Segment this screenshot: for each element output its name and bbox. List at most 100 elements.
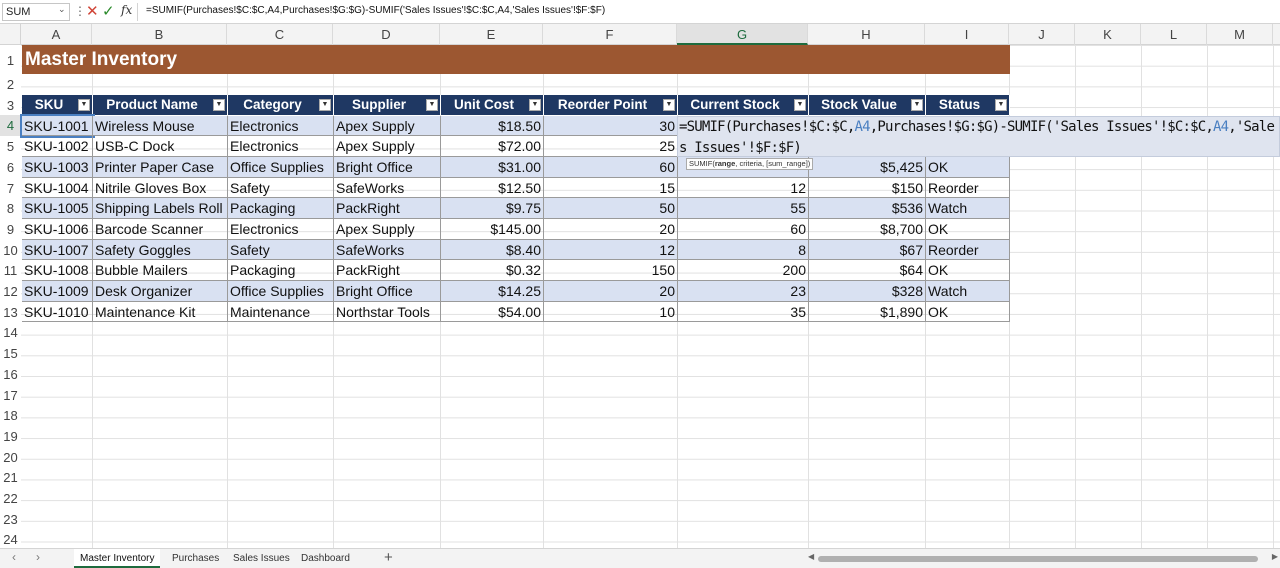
cell-name[interactable]: Shipping Labels Roll bbox=[93, 198, 228, 219]
cell-sku[interactable]: SKU-1001 bbox=[20, 113, 95, 139]
cell-supplier[interactable]: Bright Office bbox=[334, 281, 441, 302]
cell-value[interactable]: $5,425 bbox=[809, 156, 926, 178]
cell-status[interactable]: Watch bbox=[926, 198, 1010, 219]
row-header-22[interactable]: 22 bbox=[0, 488, 21, 509]
row-header-8[interactable]: 8 bbox=[0, 198, 21, 219]
cell-cost[interactable]: $31.00 bbox=[441, 156, 544, 178]
column-header-j[interactable]: J bbox=[1009, 24, 1075, 45]
cell-value[interactable]: $150 bbox=[809, 177, 926, 199]
cell-supplier[interactable]: Apex Supply bbox=[334, 219, 441, 240]
row-header-18[interactable]: 18 bbox=[0, 405, 21, 426]
cell-cost[interactable]: $8.40 bbox=[441, 239, 544, 261]
cell-category[interactable]: Office Supplies bbox=[228, 281, 334, 302]
cell-cost[interactable]: $0.32 bbox=[441, 260, 544, 282]
insert-function-icon[interactable]: fx bbox=[121, 3, 132, 17]
cell-category[interactable]: Packaging bbox=[228, 198, 334, 219]
cell-reorder[interactable]: 20 bbox=[544, 281, 678, 302]
cell-status[interactable]: Watch bbox=[926, 281, 1010, 302]
tab-purchases[interactable]: Purchases bbox=[166, 549, 225, 568]
cell-stock[interactable]: 8 bbox=[678, 239, 809, 261]
cell-value[interactable]: $64 bbox=[809, 260, 926, 282]
row-header-11[interactable]: 11 bbox=[0, 260, 21, 281]
cell-sku[interactable]: SKU-1005 bbox=[22, 198, 93, 219]
cell-cost[interactable]: $54.00 bbox=[441, 301, 544, 323]
cell-category[interactable]: Electronics bbox=[228, 219, 334, 240]
row-header-21[interactable]: 21 bbox=[0, 467, 21, 488]
row-header-24[interactable]: 24 bbox=[0, 529, 21, 551]
column-header-g[interactable]: G bbox=[677, 24, 808, 45]
cell-stock[interactable]: 35 bbox=[678, 301, 809, 323]
tab-master-inventory[interactable]: Master Inventory bbox=[74, 549, 161, 568]
filter-dropdown-icon[interactable]: ▼ bbox=[995, 99, 1007, 111]
cell-name[interactable]: Bubble Mailers bbox=[93, 260, 228, 282]
row-header-7[interactable]: 7 bbox=[0, 177, 21, 199]
row-header-16[interactable]: 16 bbox=[0, 363, 21, 385]
column-header-a[interactable]: A bbox=[21, 24, 92, 45]
row-header-3[interactable]: 3 bbox=[0, 94, 21, 116]
cell-name[interactable]: Safety Goggles bbox=[93, 239, 228, 261]
formula-bar-more-icon[interactable]: ⋮ bbox=[74, 4, 86, 18]
column-header-h[interactable]: H bbox=[808, 24, 925, 45]
cell-stock[interactable]: 23 bbox=[678, 281, 809, 302]
cell-stock[interactable]: 12 bbox=[678, 177, 809, 199]
tab-sales-issues[interactable]: Sales Issues bbox=[227, 549, 296, 568]
cancel-entry-icon[interactable]: ✕ bbox=[86, 2, 99, 20]
filter-dropdown-icon[interactable]: ▼ bbox=[78, 99, 90, 111]
row-header-19[interactable]: 19 bbox=[0, 425, 21, 447]
row-header-23[interactable]: 23 bbox=[0, 508, 21, 530]
filter-dropdown-icon[interactable]: ▼ bbox=[529, 99, 541, 111]
cell-name[interactable]: Printer Paper Case bbox=[93, 156, 228, 178]
cell-reorder[interactable]: 12 bbox=[544, 239, 678, 261]
row-header-1[interactable]: 1 bbox=[0, 50, 21, 71]
row-header-2[interactable]: 2 bbox=[0, 74, 21, 95]
row-header-10[interactable]: 10 bbox=[0, 239, 21, 261]
name-box-dropdown-icon[interactable]: ⌄ bbox=[58, 4, 66, 15]
cell-stock[interactable]: 60 bbox=[678, 219, 809, 240]
column-header-c[interactable]: C bbox=[227, 24, 333, 45]
row-header-20[interactable]: 20 bbox=[0, 446, 21, 468]
cell-sku[interactable]: SKU-1006 bbox=[22, 219, 93, 240]
filter-dropdown-icon[interactable]: ▼ bbox=[663, 99, 675, 111]
cell-value[interactable]: $1,890 bbox=[809, 301, 926, 323]
cell-value[interactable]: $8,700 bbox=[809, 219, 926, 240]
cell-cost[interactable]: $9.75 bbox=[441, 198, 544, 219]
cell-supplier[interactable]: PackRight bbox=[334, 198, 441, 219]
cell-category[interactable]: Electronics bbox=[228, 136, 334, 157]
cell-reorder[interactable]: 15 bbox=[544, 177, 678, 199]
cell-status[interactable]: OK bbox=[926, 156, 1010, 178]
column-header-i[interactable]: I bbox=[925, 24, 1009, 45]
cell-reorder[interactable]: 50 bbox=[544, 198, 678, 219]
filter-dropdown-icon[interactable]: ▼ bbox=[426, 99, 438, 111]
add-sheet-button[interactable]: + bbox=[384, 549, 393, 567]
cell-supplier[interactable]: Apex Supply bbox=[334, 136, 441, 157]
row-header-6[interactable]: 6 bbox=[0, 156, 21, 178]
cell-value[interactable]: $328 bbox=[809, 281, 926, 302]
cell-category[interactable]: Safety bbox=[228, 177, 334, 199]
cell-status[interactable]: OK bbox=[926, 301, 1010, 323]
filter-dropdown-icon[interactable]: ▼ bbox=[794, 99, 806, 111]
next-sheet-icon[interactable]: › bbox=[36, 550, 40, 564]
row-header-14[interactable]: 14 bbox=[0, 322, 21, 344]
filter-dropdown-icon[interactable]: ▼ bbox=[319, 99, 331, 111]
row-header-12[interactable]: 12 bbox=[0, 281, 21, 302]
row-header-17[interactable]: 17 bbox=[0, 384, 21, 406]
cell-supplier[interactable]: PackRight bbox=[334, 260, 441, 282]
column-header-d[interactable]: D bbox=[333, 24, 440, 45]
cell-category[interactable]: Office Supplies bbox=[228, 156, 334, 178]
cell-name[interactable]: Maintenance Kit bbox=[93, 301, 228, 323]
cell-sku[interactable]: SKU-1004 bbox=[22, 177, 93, 199]
cell-cost[interactable]: $18.50 bbox=[441, 115, 544, 137]
row-header-5[interactable]: 5 bbox=[0, 136, 21, 157]
filter-dropdown-icon[interactable]: ▼ bbox=[213, 99, 225, 111]
cell-reorder[interactable]: 10 bbox=[544, 301, 678, 323]
cell-value[interactable]: $536 bbox=[809, 198, 926, 219]
cell-reorder[interactable]: 60 bbox=[544, 156, 678, 178]
scrollbar-thumb[interactable] bbox=[818, 556, 1258, 562]
cell-category[interactable]: Electronics bbox=[228, 115, 334, 137]
row-header-15[interactable]: 15 bbox=[0, 343, 21, 364]
cell-reorder[interactable]: 25 bbox=[544, 136, 678, 157]
cell-name[interactable]: USB-C Dock bbox=[93, 136, 228, 157]
cell-status[interactable]: OK bbox=[926, 219, 1010, 240]
cell-stock[interactable]: 200 bbox=[678, 260, 809, 282]
tab-dashboard[interactable]: Dashboard bbox=[295, 549, 356, 568]
